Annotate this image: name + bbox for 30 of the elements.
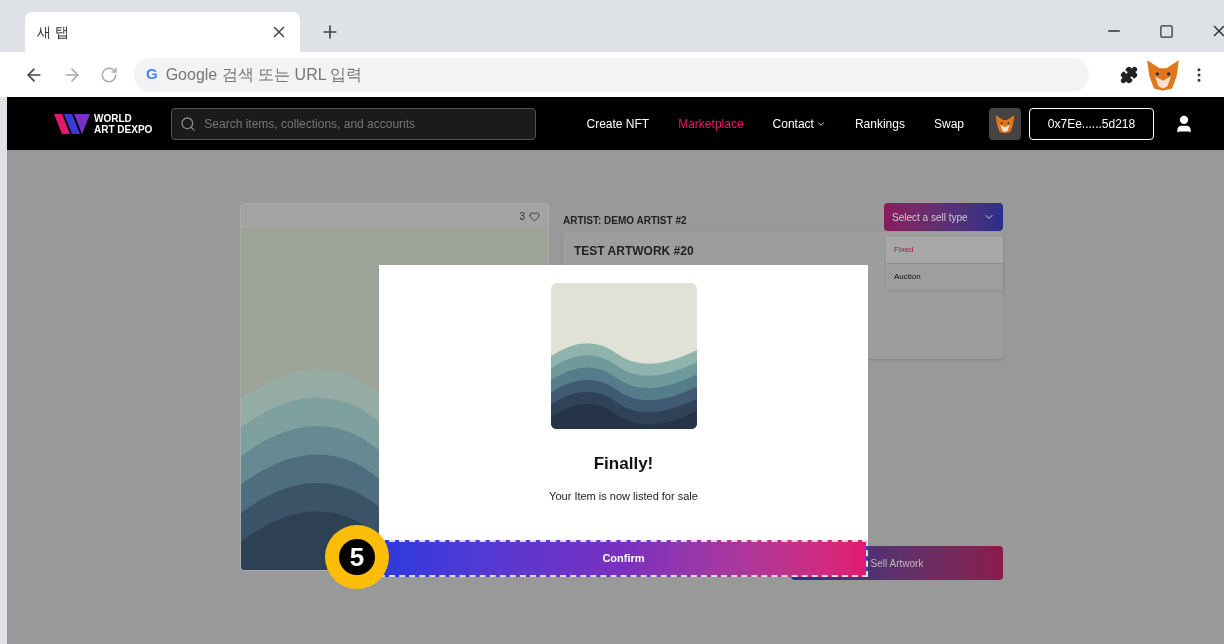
artwork-title: TEST ARTWORK #20 <box>574 244 694 258</box>
wallet-address-button[interactable]: 0x7Ee......5d218 <box>1029 107 1154 140</box>
modal-message: Your Item is now listed for sale <box>549 488 698 504</box>
search-field[interactable]: Search items, collections, and accounts <box>171 107 537 140</box>
nav-link[interactable]: Rankings <box>854 114 905 133</box>
sell-type-dropdown[interactable]: Select a sell type <box>884 203 1003 231</box>
tab-title: 새 탭 <box>37 22 69 42</box>
google-icon: G <box>146 63 158 86</box>
logo-icon <box>54 111 90 136</box>
like-count: 3 <box>519 209 525 224</box>
extension-icon[interactable] <box>1120 65 1138 84</box>
menu-option[interactable]: Auction <box>886 264 1003 290</box>
user-icon[interactable] <box>1174 113 1194 134</box>
address-input[interactable]: Google 검색 또는 URL 입력 <box>165 62 1077 87</box>
browser-tab[interactable]: 새 탭 <box>25 12 300 52</box>
nav-link[interactable]: Swap <box>933 114 964 133</box>
search-icon <box>180 115 197 132</box>
fox-icon <box>1144 57 1182 92</box>
nav-link[interactable]: Create NFT <box>586 114 650 133</box>
logo-text: WORLD <box>94 112 133 124</box>
modal-title: Finally! <box>593 453 654 475</box>
logo-text: ART DEXPO <box>94 123 153 135</box>
step-number: 5 <box>339 539 375 575</box>
nav-link[interactable]: Marketplace <box>678 114 744 133</box>
wallet-icon-button[interactable] <box>989 107 1021 140</box>
fox-icon <box>994 113 1016 134</box>
heart-icon[interactable] <box>529 210 540 222</box>
artist-name: ARTIST: DEMO ARTIST #2 <box>563 214 687 228</box>
nav-link[interactable]: Contact <box>772 114 826 133</box>
maximize-icon[interactable] <box>1159 23 1174 39</box>
